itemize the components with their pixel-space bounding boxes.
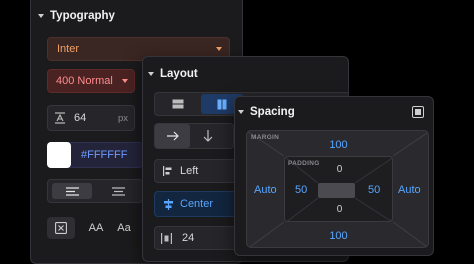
expand-icon	[415, 109, 421, 115]
justify-content-value: Center	[180, 198, 214, 210]
direction-column-button[interactable]	[198, 127, 218, 145]
sentence-case-button[interactable]: Aa	[111, 217, 137, 239]
margin-left-value[interactable]: Auto	[254, 184, 277, 196]
margin-top-value[interactable]: 100	[247, 139, 428, 151]
chevron-down-icon	[122, 79, 128, 83]
clear-format-button[interactable]	[47, 217, 75, 239]
padding-box: PADDING 0 0 50 50	[284, 156, 393, 222]
align-left-icon	[65, 186, 79, 196]
line-height-icon	[55, 112, 65, 124]
typography-header[interactable]: Typography	[38, 10, 115, 22]
text-case-row: AA Aa	[47, 215, 157, 241]
rows-mode-button[interactable]	[159, 95, 197, 113]
gap-field[interactable]: 24	[154, 226, 246, 250]
direction-group	[154, 123, 234, 149]
padding-left-value[interactable]: 50	[295, 184, 307, 196]
spacing-panel: Spacing MARGIN 100 100 Auto Auto PADDING…	[234, 96, 434, 256]
padding-right-value[interactable]: 50	[368, 184, 380, 196]
font-weight-select[interactable]: 400 Normal	[47, 69, 135, 93]
text-align-group	[47, 179, 143, 203]
justify-center-icon	[163, 198, 174, 210]
line-height-field[interactable]: 64 px	[47, 105, 135, 131]
arrow-down-icon	[203, 130, 213, 142]
margin-right-value[interactable]: Auto	[398, 184, 421, 196]
expand-button[interactable]	[412, 106, 424, 118]
margin-bottom-value[interactable]: 100	[247, 230, 428, 242]
color-swatch[interactable]	[47, 142, 71, 168]
gap-icon	[161, 232, 172, 244]
align-items-select[interactable]: Left	[154, 159, 246, 183]
line-height-value: 64	[74, 112, 87, 124]
gap-value: 24	[182, 232, 195, 244]
align-left-edge-icon	[163, 166, 174, 176]
align-center-button[interactable]	[110, 183, 126, 199]
font-weight-value: 400 Normal	[56, 75, 113, 87]
uppercase-button[interactable]: AA	[83, 217, 109, 239]
layout-header[interactable]: Layout	[148, 68, 198, 80]
collapse-caret-icon	[148, 72, 154, 76]
align-center-icon	[111, 186, 125, 196]
direction-row-button[interactable]	[155, 124, 190, 148]
justify-content-select[interactable]: Center	[154, 191, 246, 217]
text-color-field[interactable]: #FFFFFF	[47, 142, 143, 168]
align-items-value: Left	[180, 165, 199, 177]
collapse-caret-icon	[38, 14, 44, 18]
collapse-caret-icon	[238, 110, 244, 114]
panel-title: Layout	[160, 68, 198, 80]
spacing-header[interactable]: Spacing	[238, 106, 295, 118]
sentence-case-icon: Aa	[117, 222, 131, 234]
panel-title: Spacing	[250, 106, 295, 118]
padding-top-value[interactable]: 0	[285, 164, 392, 175]
arrow-right-icon	[166, 131, 179, 141]
line-height-unit: px	[117, 112, 128, 124]
rows-icon	[172, 99, 184, 109]
content-box	[318, 183, 355, 198]
uppercase-icon: AA	[88, 222, 104, 234]
color-hex-value: #FFFFFF	[81, 149, 128, 161]
padding-bottom-value[interactable]: 0	[285, 204, 392, 215]
align-left-button[interactable]	[52, 183, 92, 199]
clear-format-icon	[55, 222, 67, 234]
chevron-down-icon	[216, 47, 222, 51]
margin-box: MARGIN 100 100 Auto Auto PADDING 0 0 50 …	[246, 130, 429, 248]
columns-icon	[217, 99, 227, 109]
panel-title: Typography	[50, 10, 115, 22]
font-family-value: Inter	[57, 43, 80, 55]
